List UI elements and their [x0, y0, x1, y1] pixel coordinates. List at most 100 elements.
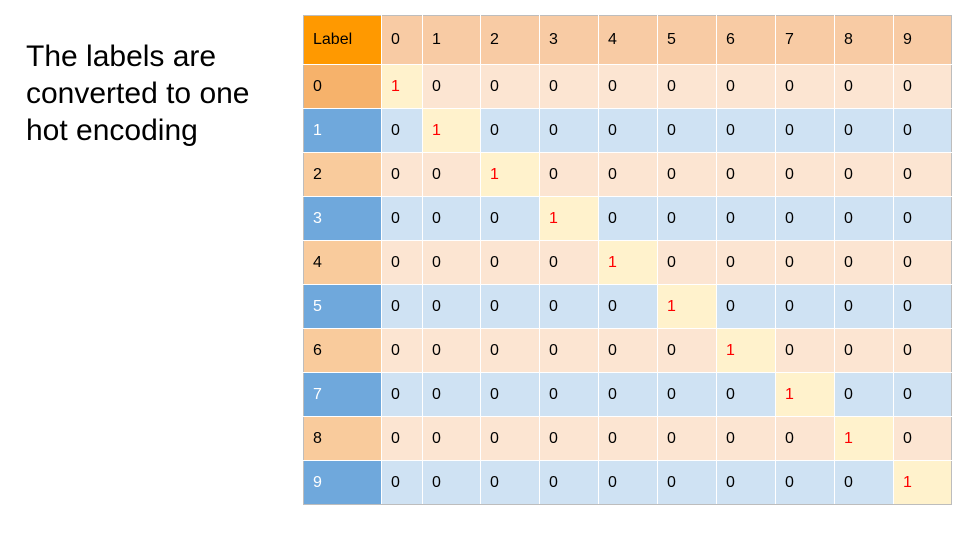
row-label: 8: [303, 416, 382, 461]
table-cell: 0: [834, 240, 894, 285]
table-cell: 0: [716, 240, 776, 285]
column-header: 2: [480, 15, 540, 65]
table-cell: 0: [893, 108, 952, 153]
table-row: 90000000001: [303, 460, 952, 505]
table-cell: 0: [775, 460, 835, 505]
table-cell: 0: [381, 240, 423, 285]
table-cell: 0: [775, 152, 835, 197]
table-cell: 0: [834, 64, 894, 109]
table-cell: 0: [381, 416, 423, 461]
table-cell: 0: [657, 240, 717, 285]
table-cell: 0: [598, 64, 658, 109]
table-cell: 0: [775, 196, 835, 241]
row-label: 5: [303, 284, 382, 329]
table-cell: 0: [480, 328, 540, 373]
table-cell: 0: [775, 64, 835, 109]
table-cell: 0: [893, 196, 952, 241]
table-cell: 0: [480, 416, 540, 461]
table-cell: 0: [422, 328, 481, 373]
table-cell: 0: [480, 196, 540, 241]
row-label: 3: [303, 196, 382, 241]
row-label: 6: [303, 328, 382, 373]
table-cell: 0: [598, 284, 658, 329]
table-cell: 0: [480, 108, 540, 153]
column-header: 1: [422, 15, 481, 65]
hot-cell: 1: [422, 108, 481, 153]
table-cell: 0: [422, 64, 481, 109]
table-cell: 0: [893, 416, 952, 461]
table-cell: 0: [834, 284, 894, 329]
table-cell: 0: [657, 152, 717, 197]
table-cell: 0: [598, 328, 658, 373]
table-cell: 0: [716, 64, 776, 109]
table-cell: 0: [657, 328, 717, 373]
table-cell: 0: [422, 240, 481, 285]
table-cell: 0: [716, 108, 776, 153]
table-row: 30001000000: [303, 196, 952, 241]
column-header: 8: [834, 15, 894, 65]
one-hot-table: Label 0 1 2 3 4 5 6 7 8 9 01000000000101…: [303, 15, 952, 505]
table-cell: 0: [716, 416, 776, 461]
table-cell: 0: [480, 372, 540, 417]
table-cell: 0: [381, 328, 423, 373]
table-cell: 0: [834, 460, 894, 505]
hot-cell: 1: [480, 152, 540, 197]
column-header: 3: [539, 15, 599, 65]
table-row: 01000000000: [303, 64, 952, 109]
table-cell: 0: [480, 284, 540, 329]
table-cell: 0: [539, 372, 599, 417]
table-cell: 0: [657, 460, 717, 505]
table-cell: 0: [539, 416, 599, 461]
table-cell: 0: [598, 460, 658, 505]
table-cell: 0: [893, 240, 952, 285]
table-cell: 0: [381, 108, 423, 153]
table-cell: 0: [381, 372, 423, 417]
table-header-row: Label 0 1 2 3 4 5 6 7 8 9: [303, 15, 952, 65]
row-label: 2: [303, 152, 382, 197]
column-header: 0: [381, 15, 423, 65]
one-hot-table-body: Label 0 1 2 3 4 5 6 7 8 9 01000000000101…: [303, 15, 952, 505]
hot-cell: 1: [657, 284, 717, 329]
column-header: 5: [657, 15, 717, 65]
table-cell: 0: [657, 372, 717, 417]
table-cell: 0: [657, 416, 717, 461]
table-cell: 0: [598, 372, 658, 417]
table-cell: 0: [422, 416, 481, 461]
table-cell: 0: [775, 108, 835, 153]
table-cell: 0: [422, 284, 481, 329]
row-label: 7: [303, 372, 382, 417]
table-cell: 0: [480, 64, 540, 109]
table-cell: 0: [657, 64, 717, 109]
table-cell: 0: [775, 328, 835, 373]
table-cell: 0: [834, 196, 894, 241]
table-cell: 0: [381, 460, 423, 505]
table-cell: 0: [539, 284, 599, 329]
hot-cell: 1: [381, 64, 423, 109]
hot-cell: 1: [539, 196, 599, 241]
row-label: 9: [303, 460, 382, 505]
table-cell: 0: [775, 284, 835, 329]
table-cell: 0: [834, 372, 894, 417]
column-header: 9: [893, 15, 952, 65]
table-cell: 0: [539, 328, 599, 373]
column-header: 7: [775, 15, 835, 65]
table-cell: 0: [893, 372, 952, 417]
table-row: 70000000100: [303, 372, 952, 417]
column-header: 6: [716, 15, 776, 65]
table-cell: 0: [775, 416, 835, 461]
table-cell: 0: [598, 108, 658, 153]
column-header: 4: [598, 15, 658, 65]
table-row: 40000100000: [303, 240, 952, 285]
table-cell: 0: [657, 108, 717, 153]
table-row: 10100000000: [303, 108, 952, 153]
caption-text: The labels are converted to one hot enco…: [26, 40, 250, 147]
table-cell: 0: [422, 372, 481, 417]
table-cell: 0: [893, 284, 952, 329]
table-cell: 0: [834, 328, 894, 373]
table-cell: 0: [539, 108, 599, 153]
table-cell: 0: [598, 152, 658, 197]
table-cell: 0: [539, 64, 599, 109]
table-cell: 0: [381, 284, 423, 329]
table-cell: 0: [716, 460, 776, 505]
row-label: 4: [303, 240, 382, 285]
